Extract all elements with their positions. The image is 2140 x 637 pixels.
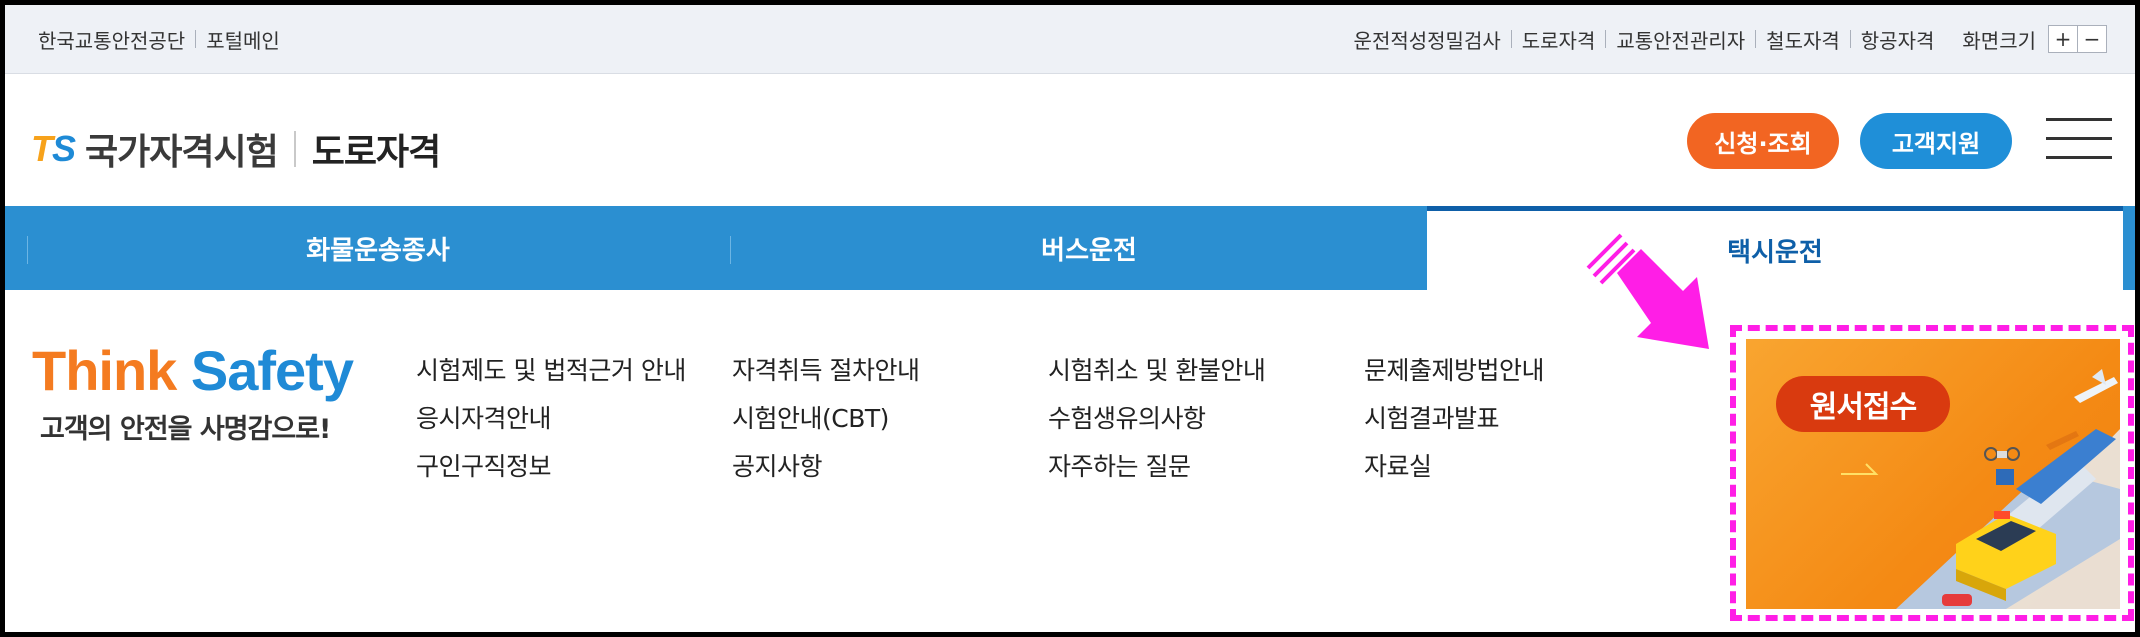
link-aptitude-test[interactable]: 운전적성정밀검사	[1354, 25, 1501, 54]
apply-inquiry-button[interactable]: 신청·조회	[1687, 113, 1839, 169]
tab-bus[interactable]: 버스운전	[751, 206, 1427, 290]
apply-online-badge[interactable]: 원서접수	[1776, 376, 1950, 432]
link-portal-main[interactable]: 포털메인	[206, 25, 280, 54]
utility-bar: 한국교통안전공단 포털메인 운전적성정밀검사 도로자격 교통안전관리자 철도자격…	[5, 5, 2135, 74]
menu-column-3: 시험취소 및 환불안내 수험생유의사항 자주하는 질문	[1048, 351, 1266, 495]
menu-link[interactable]: 시험취소 및 환불안내	[1048, 351, 1266, 399]
tab-taxi[interactable]: 택시운전	[1427, 206, 2123, 290]
tab-freight[interactable]: 화물운송종사	[5, 206, 751, 290]
menu-link[interactable]: 자격취득 절차안내	[732, 351, 920, 399]
zoom-in-button[interactable]: +	[2049, 26, 2077, 52]
link-railway-qualification[interactable]: 철도자격	[1766, 25, 1840, 54]
zoom-label: 화면크기	[1962, 28, 2036, 53]
menu-link[interactable]: 구인구직정보	[416, 447, 686, 495]
menu-link[interactable]: 시험제도 및 법적근거 안내	[416, 351, 686, 399]
link-traffic-safety-manager[interactable]: 교통안전관리자	[1616, 25, 1745, 54]
logo-title: 국가자격시험	[85, 132, 279, 173]
slogan-subtitle: 고객의 안전을 사명감으로!	[40, 414, 331, 445]
divider	[1605, 30, 1607, 48]
menu-link[interactable]: 응시자격안내	[416, 399, 686, 447]
menu-link[interactable]: 수험생유의사항	[1048, 399, 1265, 447]
slogan-title: Think Safety	[32, 339, 354, 402]
menu-column-4: 문제출제방법안내 시험결과발표 자료실	[1364, 351, 1545, 495]
customer-support-button[interactable]: 고객지원	[1860, 113, 2012, 169]
application-banner[interactable]: 원서접수	[1746, 339, 2120, 609]
menu-link[interactable]: 시험결과발표	[1364, 399, 1544, 447]
menu-column-2: 자격취득 절차안내 시험안내(CBT) 공지사항	[732, 351, 920, 495]
hamburger-icon[interactable]	[2046, 118, 2112, 160]
menu-link[interactable]: 시험안내(CBT)	[732, 399, 919, 447]
pointer-arrow-icon	[1586, 233, 1709, 349]
menu-link[interactable]: 자료실	[1364, 447, 1544, 495]
link-road-qualification[interactable]: 도로자격	[1522, 25, 1596, 54]
zoom-out-button[interactable]: −	[2077, 26, 2106, 52]
zoom-controls: + −	[2048, 25, 2107, 53]
divider	[1510, 30, 1512, 48]
divider	[1755, 30, 1757, 48]
menu-link[interactable]: 자주하는 질문	[1048, 447, 1265, 495]
page-frame: 한국교통안전공단 포털메인 운전적성정밀검사 도로자격 교통안전관리자 철도자격…	[5, 5, 2135, 632]
divider	[195, 30, 197, 48]
category-tabs: 화물운송종사 버스운전 택시운전	[5, 206, 2135, 290]
link-kotsa[interactable]: 한국교통안전공단	[38, 25, 185, 54]
menu-link[interactable]: 공지사항	[732, 447, 919, 495]
menu-link[interactable]: 문제출제방법안내	[1364, 351, 1545, 399]
logo-subtitle: 도로자격	[311, 132, 441, 173]
menu-column-1: 시험제도 및 법적근거 안내 응시자격안내 구인구직정보	[416, 351, 686, 495]
link-aviation-qualification[interactable]: 항공자격	[1861, 25, 1935, 54]
divider	[1849, 30, 1851, 48]
tab-divider	[730, 236, 731, 264]
site-logo[interactable]: TS 국가자격시험 도로자격	[31, 123, 441, 175]
logo-divider	[293, 131, 296, 167]
ts-logo-icon: TS	[31, 128, 76, 169]
